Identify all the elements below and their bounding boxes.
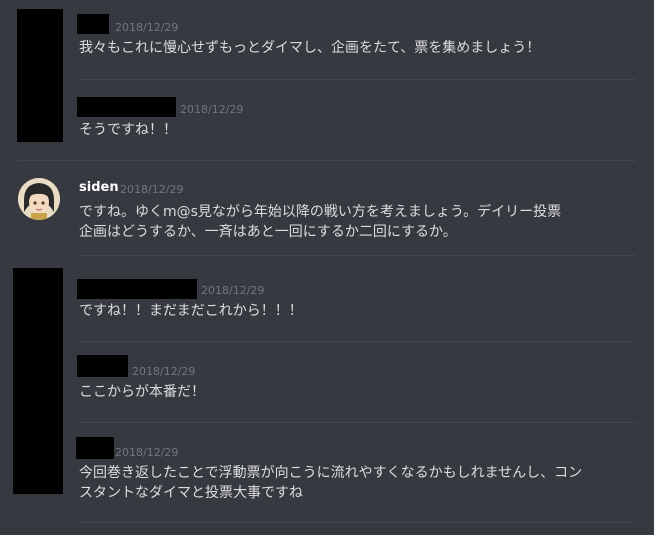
chat-message-list: 2018/12/29 我々もこれに慢心せずもっとダイマし、企画をたて、票を集めま…	[0, 0, 654, 535]
message-divider	[79, 522, 636, 523]
message-timestamp: 2018/12/29	[115, 21, 179, 34]
avatar-image	[18, 178, 60, 220]
redacted-username	[77, 97, 176, 117]
message-divider	[79, 422, 636, 423]
message-timestamp: 2018/12/29	[120, 183, 184, 196]
message-timestamp: 2018/12/29	[115, 446, 179, 459]
message-text: 今回巻き返したことで浮動票が向こうに流れやすくなるかもしれませんし、コン スタン…	[79, 465, 583, 501]
redacted-username	[77, 279, 197, 299]
message-author[interactable]: siden	[79, 180, 119, 195]
redacted-username	[77, 355, 128, 377]
message-timestamp: 2018/12/29	[180, 103, 244, 116]
avatar[interactable]	[18, 178, 60, 220]
message-divider	[79, 255, 636, 256]
message-text: ここからが本番だ！	[79, 384, 205, 400]
redacted-avatar	[13, 268, 63, 494]
redacted-username	[76, 437, 114, 459]
message-timestamp: 2018/12/29	[132, 365, 196, 378]
message-divider	[18, 160, 636, 161]
redacted-username	[77, 14, 109, 34]
message-text: ですね！！まだまだこれから！！！	[79, 303, 303, 319]
redacted-avatar	[17, 9, 63, 142]
message-timestamp: 2018/12/29	[201, 284, 265, 297]
message-divider	[79, 79, 636, 80]
message-text: そうですね！！	[79, 122, 177, 138]
message-text: ですね。ゆくm@s見ながら年始以降の戦い方を考えましょう。デイリー投票 企画はど…	[79, 204, 562, 240]
message-text: 我々もこれに慢心せずもっとダイマし、企画をたて、票を集めましょう！	[79, 40, 541, 56]
message-divider	[79, 341, 636, 342]
